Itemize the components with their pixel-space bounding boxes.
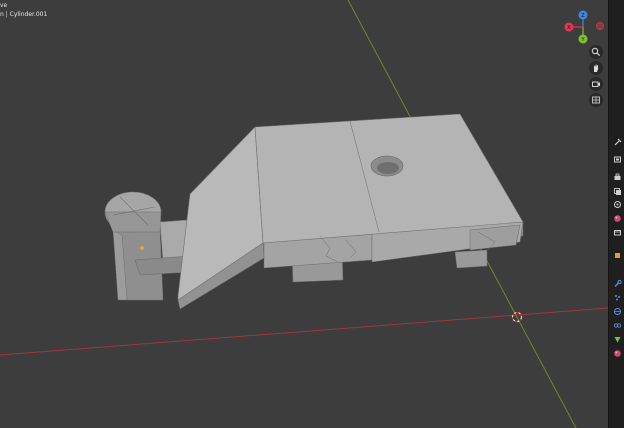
mesh-data-icon [614, 336, 620, 342]
collection-tab[interactable] [612, 227, 622, 237]
wrench-icon [614, 279, 622, 287]
output-tab[interactable] [612, 172, 622, 182]
constraints-icon [613, 322, 621, 328]
gizmo-z-label: Z [581, 13, 585, 19]
printer-icon [614, 173, 620, 180]
x-axis-line [0, 307, 608, 356]
camera-view-button[interactable] [589, 77, 603, 91]
constraints-tab[interactable] [612, 320, 622, 330]
perspective-toggle-button[interactable] [589, 93, 603, 107]
particles-tab[interactable] [612, 292, 622, 302]
data-tab[interactable] [612, 334, 622, 344]
physics-tab[interactable] [612, 306, 622, 316]
scene-tab[interactable] [612, 199, 622, 209]
hand-icon [594, 64, 598, 72]
material-icon [613, 349, 621, 357]
scene-icon [613, 200, 621, 208]
render-tab[interactable] [612, 154, 622, 164]
gizmo-x-label: X [567, 25, 571, 31]
particles-icon [614, 294, 620, 300]
viewport-mode-text: ve [0, 2, 8, 9]
modifiers-tab[interactable] [612, 278, 622, 288]
gizmo-neg-x-handle[interactable] [596, 22, 604, 30]
viewport-object-text: n | Cylinder.001 [0, 11, 48, 18]
axis-gizmo[interactable]: Z X Y [564, 10, 604, 44]
navigation-buttons [589, 45, 605, 109]
image-stack-icon [613, 187, 621, 195]
view-layer-tab[interactable] [612, 186, 622, 196]
world-icon [613, 214, 621, 222]
mesh-model[interactable] [104, 113, 524, 310]
properties-tab-bar [608, 0, 624, 428]
tool-icon [614, 138, 621, 145]
magnifier-icon [591, 47, 601, 57]
physics-icon [613, 307, 621, 315]
zoom-button[interactable] [589, 45, 603, 59]
viewport-scene[interactable]: Z X Y [0, 0, 608, 428]
object-icon [614, 252, 620, 258]
grid-icon [592, 96, 600, 104]
object-origin-dot [140, 246, 144, 250]
object-tab[interactable] [612, 250, 622, 260]
render-icon [613, 156, 621, 162]
pan-button[interactable] [589, 61, 603, 75]
camera-icon [592, 81, 600, 87]
material-tab[interactable] [612, 348, 622, 358]
tool-tab[interactable] [612, 136, 622, 146]
collection-icon [613, 229, 621, 235]
3d-viewport[interactable]: Z X Y ve n | Cylinder.001 [0, 0, 608, 428]
world-tab[interactable] [612, 213, 622, 223]
